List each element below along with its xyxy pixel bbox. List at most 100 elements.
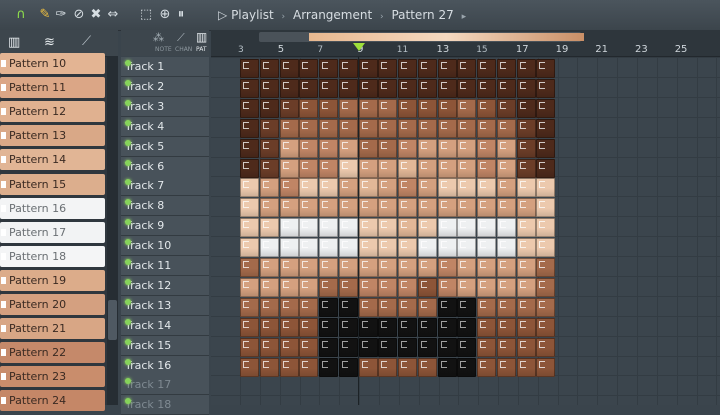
pattern-clip[interactable] — [398, 317, 417, 337]
pattern-clip[interactable] — [279, 118, 299, 138]
overview-selection[interactable] — [309, 33, 584, 41]
pattern-clip[interactable] — [536, 118, 556, 138]
pattern-clip[interactable] — [477, 158, 496, 178]
pattern-clip[interactable] — [259, 238, 279, 258]
automation-icon[interactable]: ⟋ — [82, 34, 91, 49]
pattern-clip[interactable] — [378, 238, 398, 258]
track-header[interactable]: Track 17 — [121, 375, 209, 396]
pattern-clip[interactable] — [338, 138, 358, 158]
pattern-clip[interactable] — [417, 158, 437, 178]
breadcrumb-playlist[interactable]: Playlist — [231, 8, 274, 22]
pattern-clip[interactable] — [319, 198, 338, 218]
pattern-clip[interactable] — [457, 118, 477, 138]
pattern-clip[interactable] — [516, 59, 536, 78]
pattern-clip[interactable] — [259, 218, 279, 238]
pattern-clip[interactable] — [259, 59, 279, 78]
pattern-clip[interactable] — [299, 59, 319, 78]
pattern-clip[interactable] — [319, 158, 338, 178]
pattern-clip[interactable] — [299, 297, 319, 317]
pattern-clip[interactable] — [398, 198, 417, 218]
pattern-clip[interactable] — [319, 317, 338, 337]
pattern-clip[interactable] — [477, 258, 496, 277]
pattern-clip[interactable] — [338, 218, 358, 238]
pattern-clip[interactable] — [358, 238, 378, 258]
pattern-clip[interactable] — [240, 138, 259, 158]
pattern-clip[interactable] — [398, 357, 417, 377]
pattern-clip[interactable] — [338, 238, 358, 258]
pattern-clip[interactable] — [457, 317, 477, 337]
pattern-clip[interactable] — [259, 258, 279, 277]
track-header[interactable]: Track 2 — [121, 76, 209, 97]
pattern-clip[interactable] — [279, 297, 299, 317]
pattern-clip[interactable] — [358, 178, 378, 198]
track-header[interactable]: Track 16 — [121, 355, 209, 376]
slip-icon[interactable]: ⇔ — [106, 7, 120, 23]
pattern-clip[interactable] — [338, 158, 358, 178]
pattern-clip[interactable] — [240, 238, 259, 258]
pattern-clip[interactable] — [358, 78, 378, 98]
pattern-clip[interactable] — [496, 277, 516, 297]
pattern-clip[interactable] — [477, 317, 496, 337]
magnet-icon[interactable]: ∩ — [14, 7, 28, 23]
pattern-clip[interactable] — [516, 337, 536, 357]
pattern-item[interactable]: Pattern 11 — [0, 77, 105, 99]
breadcrumb-arrangement[interactable]: Arrangement — [293, 8, 372, 22]
pattern-item[interactable]: Pattern 15 — [0, 173, 105, 195]
pattern-clip[interactable] — [279, 218, 299, 238]
pattern-clip[interactable] — [437, 158, 457, 178]
mute-icon[interactable]: ✖ — [89, 7, 103, 23]
pattern-clip[interactable] — [536, 357, 556, 377]
note-icon[interactable]: ⁂ — [153, 31, 164, 44]
pattern-clip[interactable] — [338, 357, 358, 377]
pattern-clip[interactable] — [398, 78, 417, 98]
pattern-clip[interactable] — [536, 198, 556, 218]
pattern-clip[interactable] — [259, 198, 279, 218]
pattern-clip[interactable] — [437, 258, 457, 277]
pattern-clip[interactable] — [378, 59, 398, 78]
pattern-clip[interactable] — [240, 98, 259, 118]
pattern-clip[interactable] — [417, 297, 437, 317]
pattern-clip[interactable] — [240, 59, 259, 78]
pattern-clip[interactable] — [398, 238, 417, 258]
pattern-clip[interactable] — [319, 277, 338, 297]
pattern-clip[interactable] — [378, 198, 398, 218]
pattern-clip[interactable] — [457, 78, 477, 98]
pattern-clip[interactable] — [319, 297, 338, 317]
pattern-clip[interactable] — [299, 337, 319, 357]
pattern-clip[interactable] — [437, 178, 457, 198]
pattern-clip[interactable] — [457, 337, 477, 357]
track-header[interactable]: Track 6 — [121, 156, 209, 177]
pattern-clip[interactable] — [358, 59, 378, 78]
pattern-clip[interactable] — [477, 178, 496, 198]
delete-icon[interactable]: ⊘ — [72, 7, 86, 23]
pattern-clip[interactable] — [417, 357, 437, 377]
pattern-clip[interactable] — [299, 78, 319, 98]
pattern-clip[interactable] — [536, 277, 556, 297]
pattern-clip[interactable] — [259, 357, 279, 377]
pattern-clip[interactable] — [338, 297, 358, 317]
paint-icon[interactable]: ✎ — [38, 7, 52, 23]
pattern-clip[interactable] — [240, 218, 259, 238]
pattern-clip[interactable] — [279, 337, 299, 357]
pattern-clip[interactable] — [338, 337, 358, 357]
track-enable-led-icon[interactable] — [125, 60, 131, 66]
track-header[interactable]: Track 12 — [121, 275, 209, 296]
pattern-clip[interactable] — [437, 337, 457, 357]
pattern-clip[interactable] — [516, 297, 536, 317]
pattern-clip[interactable] — [536, 59, 556, 78]
pattern-clip[interactable] — [516, 317, 536, 337]
pattern-clip[interactable] — [240, 337, 259, 357]
pattern-clip[interactable] — [299, 198, 319, 218]
pattern-clip[interactable] — [437, 357, 457, 377]
pattern-clip[interactable] — [299, 258, 319, 277]
pattern-clip[interactable] — [319, 357, 338, 377]
pattern-clip[interactable] — [516, 138, 536, 158]
pattern-clip[interactable] — [496, 198, 516, 218]
pattern-clip[interactable] — [240, 198, 259, 218]
pattern-clip[interactable] — [457, 277, 477, 297]
track-header[interactable]: Track 11 — [121, 256, 209, 276]
pattern-item[interactable]: Pattern 21 — [0, 318, 105, 340]
pattern-clip[interactable] — [240, 317, 259, 337]
track-enable-led-icon[interactable] — [125, 79, 131, 86]
pattern-clip[interactable] — [457, 297, 477, 317]
